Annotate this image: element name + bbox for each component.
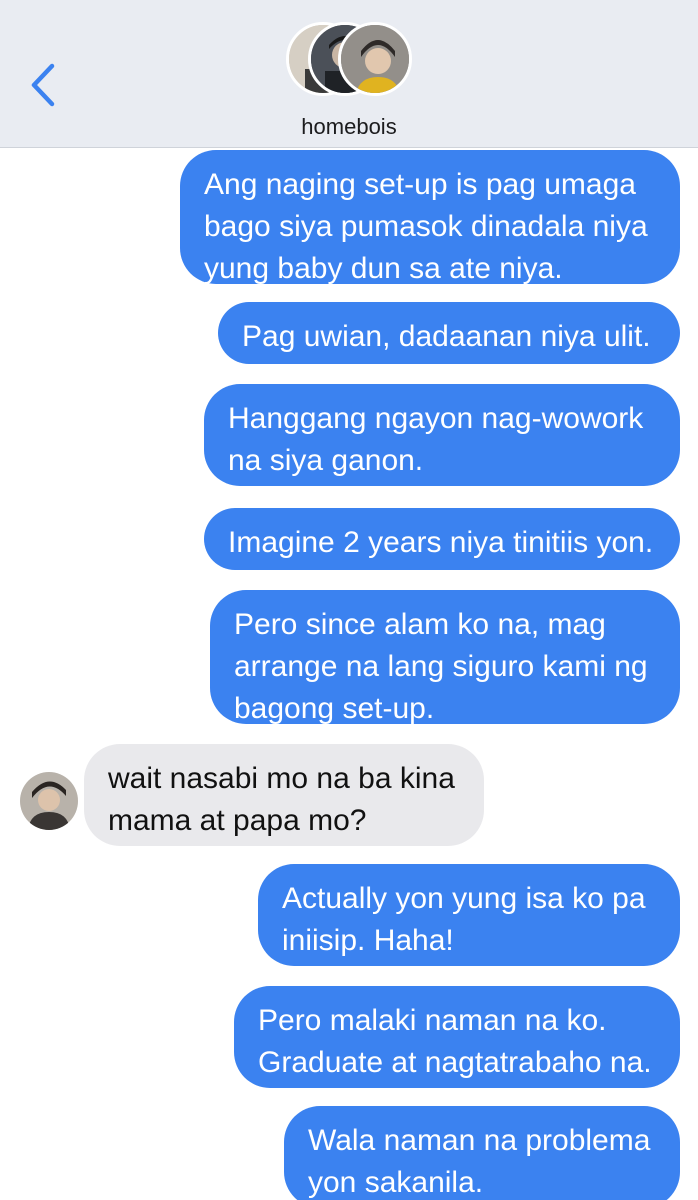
message-bubble-sent[interactable]: Pero malaki naman na ko. Graduate at nag… (234, 986, 680, 1088)
sender-avatar[interactable] (20, 772, 78, 830)
message-bubble-sent[interactable]: Pag uwian, dadaanan niya ulit. (218, 302, 680, 364)
group-member-avatar (338, 22, 412, 96)
message-bubble-received[interactable]: wait nasabi mo na ba kina mama at papa m… (84, 744, 484, 846)
group-name[interactable]: homebois (0, 114, 698, 140)
message-bubble-sent[interactable]: Wala naman na problema yon sakanila. (284, 1106, 680, 1200)
chat-screen: homebois Ang naging set-up is pag umaga … (0, 0, 698, 1200)
message-bubble-sent[interactable]: Pero since alam ko na, mag arrange na la… (210, 590, 680, 725)
chevron-left-icon (31, 63, 55, 107)
back-button[interactable] (22, 60, 66, 110)
message-bubble-sent[interactable]: Imagine 2 years niya tinitiis yon. (204, 508, 680, 570)
conversation-header: homebois (0, 0, 698, 148)
message-bubble-sent[interactable]: Ang naging set-up is pag umaga bago siya… (180, 150, 680, 285)
group-avatar-stack[interactable] (286, 20, 418, 100)
message-bubble-sent[interactable]: Hanggang ngayon nag-wowork na siya ganon… (204, 384, 680, 486)
message-bubble-sent[interactable]: Actually yon yung isa ko pa iniisip. Hah… (258, 864, 680, 966)
